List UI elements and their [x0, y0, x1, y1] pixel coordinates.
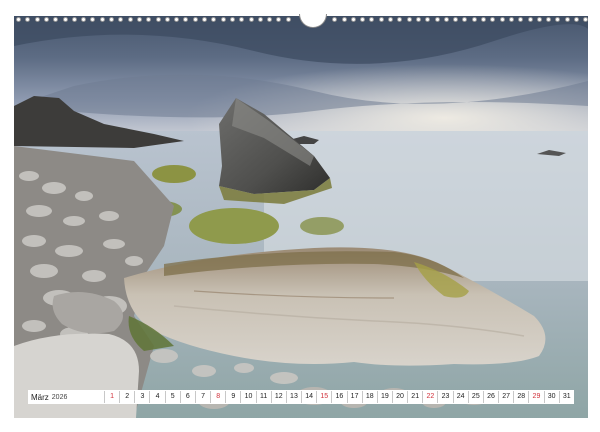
calendar-page: März 2026 1 2 3 4 5 6 7 8 9 10 11 12 13 14 15 16 17 18 19 2… [0, 0, 600, 432]
binding-hole [546, 17, 552, 22]
binding-hole [332, 17, 338, 22]
binding-hole [518, 17, 524, 22]
binding-hole [583, 17, 589, 22]
day-cell: 7 [194, 391, 210, 403]
day-cell: 3 [134, 391, 149, 403]
binding-hole [285, 17, 291, 22]
binding-hole [164, 17, 170, 22]
day-cell: 25 [467, 391, 483, 403]
binding-hole [490, 17, 496, 22]
binding-hole [239, 17, 245, 22]
binding-hole [25, 17, 31, 22]
binding-hole [434, 17, 440, 22]
binding-hole [220, 17, 226, 22]
binding-hole [350, 17, 356, 22]
binding-hole [146, 17, 152, 22]
binding-hole [564, 17, 570, 22]
binding-hole [481, 17, 486, 22]
binding-hole [174, 17, 180, 22]
month-label: März 2026 [28, 393, 104, 402]
day-cell: 14 [301, 391, 316, 403]
binding-hole [211, 17, 217, 22]
day-cell: 17 [346, 391, 362, 403]
day-cell: 12 [270, 391, 286, 403]
binding-hole [202, 17, 207, 22]
binding-hole [574, 17, 579, 22]
binding-hole [155, 17, 161, 22]
day-cell: 1 [104, 391, 119, 403]
binding-hole [499, 17, 505, 22]
binding-hole [99, 17, 105, 22]
binding-hole [462, 17, 468, 22]
binding-hole [16, 17, 21, 22]
binding-hole [276, 17, 282, 22]
binding-hole [267, 17, 273, 22]
day-cell: 19 [376, 391, 392, 403]
binding-hole [62, 17, 68, 22]
binding-hole [341, 17, 347, 22]
day-cell: 21 [407, 391, 422, 403]
day-cell: 11 [255, 391, 271, 403]
binding-hole [471, 17, 477, 22]
binding-hole [43, 17, 49, 22]
year-label: 2026 [51, 393, 68, 401]
day-cell: 29 [528, 391, 543, 403]
day-cell: 4 [149, 391, 164, 403]
binding-hole [388, 17, 393, 22]
day-cell: 16 [331, 391, 346, 403]
day-cell: 20 [391, 391, 407, 403]
binding-hole [425, 17, 431, 22]
binding-hole [183, 17, 189, 22]
binding-hole [527, 17, 533, 22]
day-cell: 18 [361, 391, 377, 403]
day-cell: 10 [240, 391, 255, 403]
binding-hole [443, 17, 449, 22]
hanger-hook-icon [299, 14, 327, 28]
day-cell: 28 [513, 391, 528, 403]
binding-hole [136, 17, 142, 22]
day-cell: 23 [437, 391, 452, 403]
day-cell: 6 [179, 391, 195, 403]
binding-hole [369, 17, 375, 22]
day-row: 1 2 3 4 5 6 7 8 9 10 11 12 13 14 15 16 17 18 19 20 21 22 23 24 2… [104, 391, 574, 403]
binding-hole [360, 17, 366, 22]
day-cell: 24 [452, 391, 468, 403]
day-cell: 27 [498, 391, 513, 403]
binding-hole [127, 17, 133, 22]
day-cell: 2 [119, 391, 134, 403]
binding-hole [81, 17, 87, 22]
binding-hole [397, 17, 403, 22]
day-cell: 31 [558, 391, 574, 403]
binding-hole [109, 17, 114, 22]
binding-hole [248, 17, 254, 22]
binding-hole [34, 17, 40, 22]
coastal-rock-scene [14, 16, 588, 418]
binding-hole [555, 17, 561, 22]
spiral-binding [14, 14, 589, 28]
day-cell: 8 [210, 391, 225, 403]
day-cell: 13 [285, 391, 301, 403]
binding-hole [118, 17, 124, 22]
day-cell: 15 [316, 391, 331, 403]
binding-hole [192, 17, 198, 22]
day-cell: 22 [422, 391, 437, 403]
binding-hole [415, 17, 421, 22]
binding-hole [378, 17, 384, 22]
binding-hole [229, 17, 235, 22]
day-cell: 26 [482, 391, 498, 403]
day-cell: 5 [164, 391, 180, 403]
binding-hole [508, 17, 514, 22]
binding-hole [453, 17, 459, 22]
binding-hole [90, 17, 96, 22]
binding-hole [53, 17, 59, 22]
binding-hole [406, 17, 412, 22]
landscape-photo [14, 16, 588, 418]
month-name: März [31, 392, 49, 402]
binding-hole [71, 17, 77, 22]
binding-hole [536, 17, 542, 22]
calendar-strip: März 2026 1 2 3 4 5 6 7 8 9 10 11 12 13 14 15 16 17 18 19 2… [28, 390, 574, 404]
day-cell: 9 [225, 391, 240, 403]
binding-hole [257, 17, 263, 22]
day-cell: 30 [543, 391, 559, 403]
